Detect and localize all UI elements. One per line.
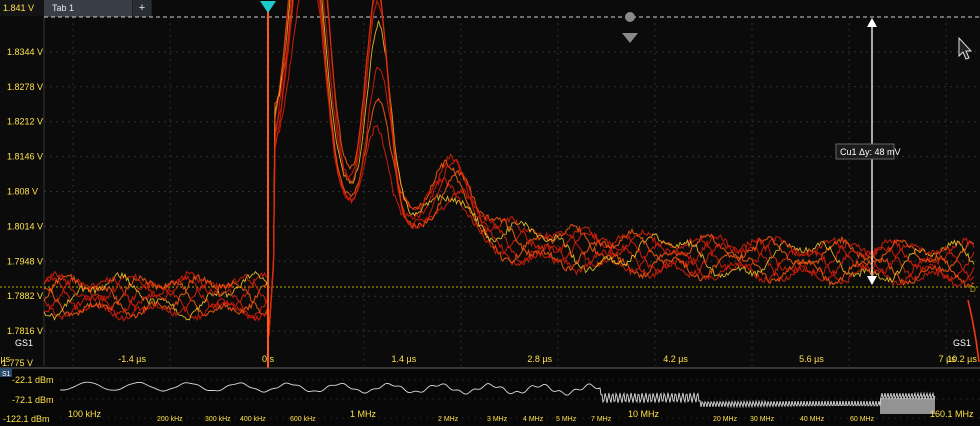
fft-freq-label: 30 MHz [750, 416, 775, 423]
y-tick-label: 1.7882 V [7, 291, 43, 301]
x-tick-label: 10.2 µs [947, 354, 977, 364]
fft-y-label-mid: -72.1 dBm [12, 395, 54, 405]
waveform-trace [43, 0, 975, 336]
fft-freq-label: 400 kHz [240, 416, 266, 423]
fft-freq-label: 100 kHz [68, 409, 102, 419]
x-tick-label: -2.8 µs [0, 354, 11, 364]
waveform-plot[interactable]: Cu1 Δy: 48 mV 1.841 V 1.775 V 1.8344 V1.… [0, 0, 980, 426]
fft-freq-label: 3 MHz [487, 416, 508, 423]
fft-freq-label: 1 MHz [350, 409, 377, 419]
cursor-arrow-down-icon [867, 276, 877, 285]
record-position-handle-icon[interactable] [625, 12, 635, 22]
graticule [43, 17, 980, 366]
x-tick-label: -1.4 µs [118, 354, 146, 364]
top-level-label: 1.841 V [3, 3, 34, 13]
oscilloscope-display: Tab 1 + Cu1 Δy: 48 mV 1.841 V 1.775 V 1.… [0, 0, 980, 426]
expand-down-icon[interactable] [622, 33, 638, 43]
waveform-trace [43, 0, 975, 337]
fft-freq-label: 2 MHz [438, 416, 459, 423]
waveform-trace [43, 0, 975, 332]
y-tick-label: 1.7816 V [7, 326, 43, 336]
x-tick-label: 4.2 µs [663, 354, 688, 364]
fft-freq-label: 40 MHz [800, 416, 825, 423]
y-tick-label: 1.8278 V [7, 82, 43, 92]
y-tick-label: 1.8146 V [7, 152, 43, 162]
cursor-readout: Cu1 Δy: 48 mV [840, 147, 901, 157]
trigger-level-marker: D [970, 285, 976, 294]
x-tick-label: 5.6 µs [799, 354, 824, 364]
y-tick-label: 1.8212 V [7, 117, 43, 127]
gs-right-label: GS1 [953, 338, 971, 348]
fft-freq-label: 300 kHz [205, 416, 231, 423]
waveform-trace [43, 0, 975, 332]
fft-y-label-top: -22.1 dBm [12, 375, 54, 385]
y-tick-label: 1.8014 V [7, 221, 43, 231]
fft-freq-label: 10 MHz [628, 409, 660, 419]
x-tick-label: 1.4 µs [392, 354, 417, 364]
trigger-marker-icon[interactable] [260, 1, 276, 13]
fft-corner-label: S1 [2, 371, 11, 378]
fft-freq-label: 160.1 MHz [930, 409, 974, 419]
mouse-pointer-icon [958, 36, 973, 60]
y-tick-label: 1.8344 V [7, 47, 43, 57]
fft-freq-label: 60 MHz [850, 416, 875, 423]
x-axis-labels: -2.8 µs -1.4 µs 0 s 1.4 µs 2.8 µs 4.2 µs 5.6 µ… [0, 354, 977, 364]
x-tick-label: 2.8 µs [527, 354, 552, 364]
waveform-trace [43, 0, 975, 334]
y-tick-label: 1.7948 V [7, 256, 43, 266]
fft-freq-label: 600 kHz [290, 416, 316, 423]
fft-noise-band [880, 398, 935, 414]
fft-freq-label: 7 MHz [591, 416, 612, 423]
waveform-traces [43, 0, 980, 363]
cursor-arrow-up-icon [867, 18, 877, 27]
fft-freq-label: 5 MHz [556, 416, 577, 423]
fft-freq-label: 4 MHz [523, 416, 544, 423]
y-axis-labels: 1.8344 V 1.8278 V 1.8212 V 1.8146 V 1.808 V 1… [7, 47, 43, 336]
fft-freq-label: 20 MHz [713, 416, 738, 423]
x-tick-label: 0 s [262, 354, 275, 364]
gs-left-label: GS1 [15, 338, 33, 348]
y-tick-label: 1.808 V [7, 187, 38, 197]
fft-freq-label: 200 kHz [157, 416, 183, 423]
fft-y-label-bottom: -122.1 dBm [3, 414, 50, 424]
